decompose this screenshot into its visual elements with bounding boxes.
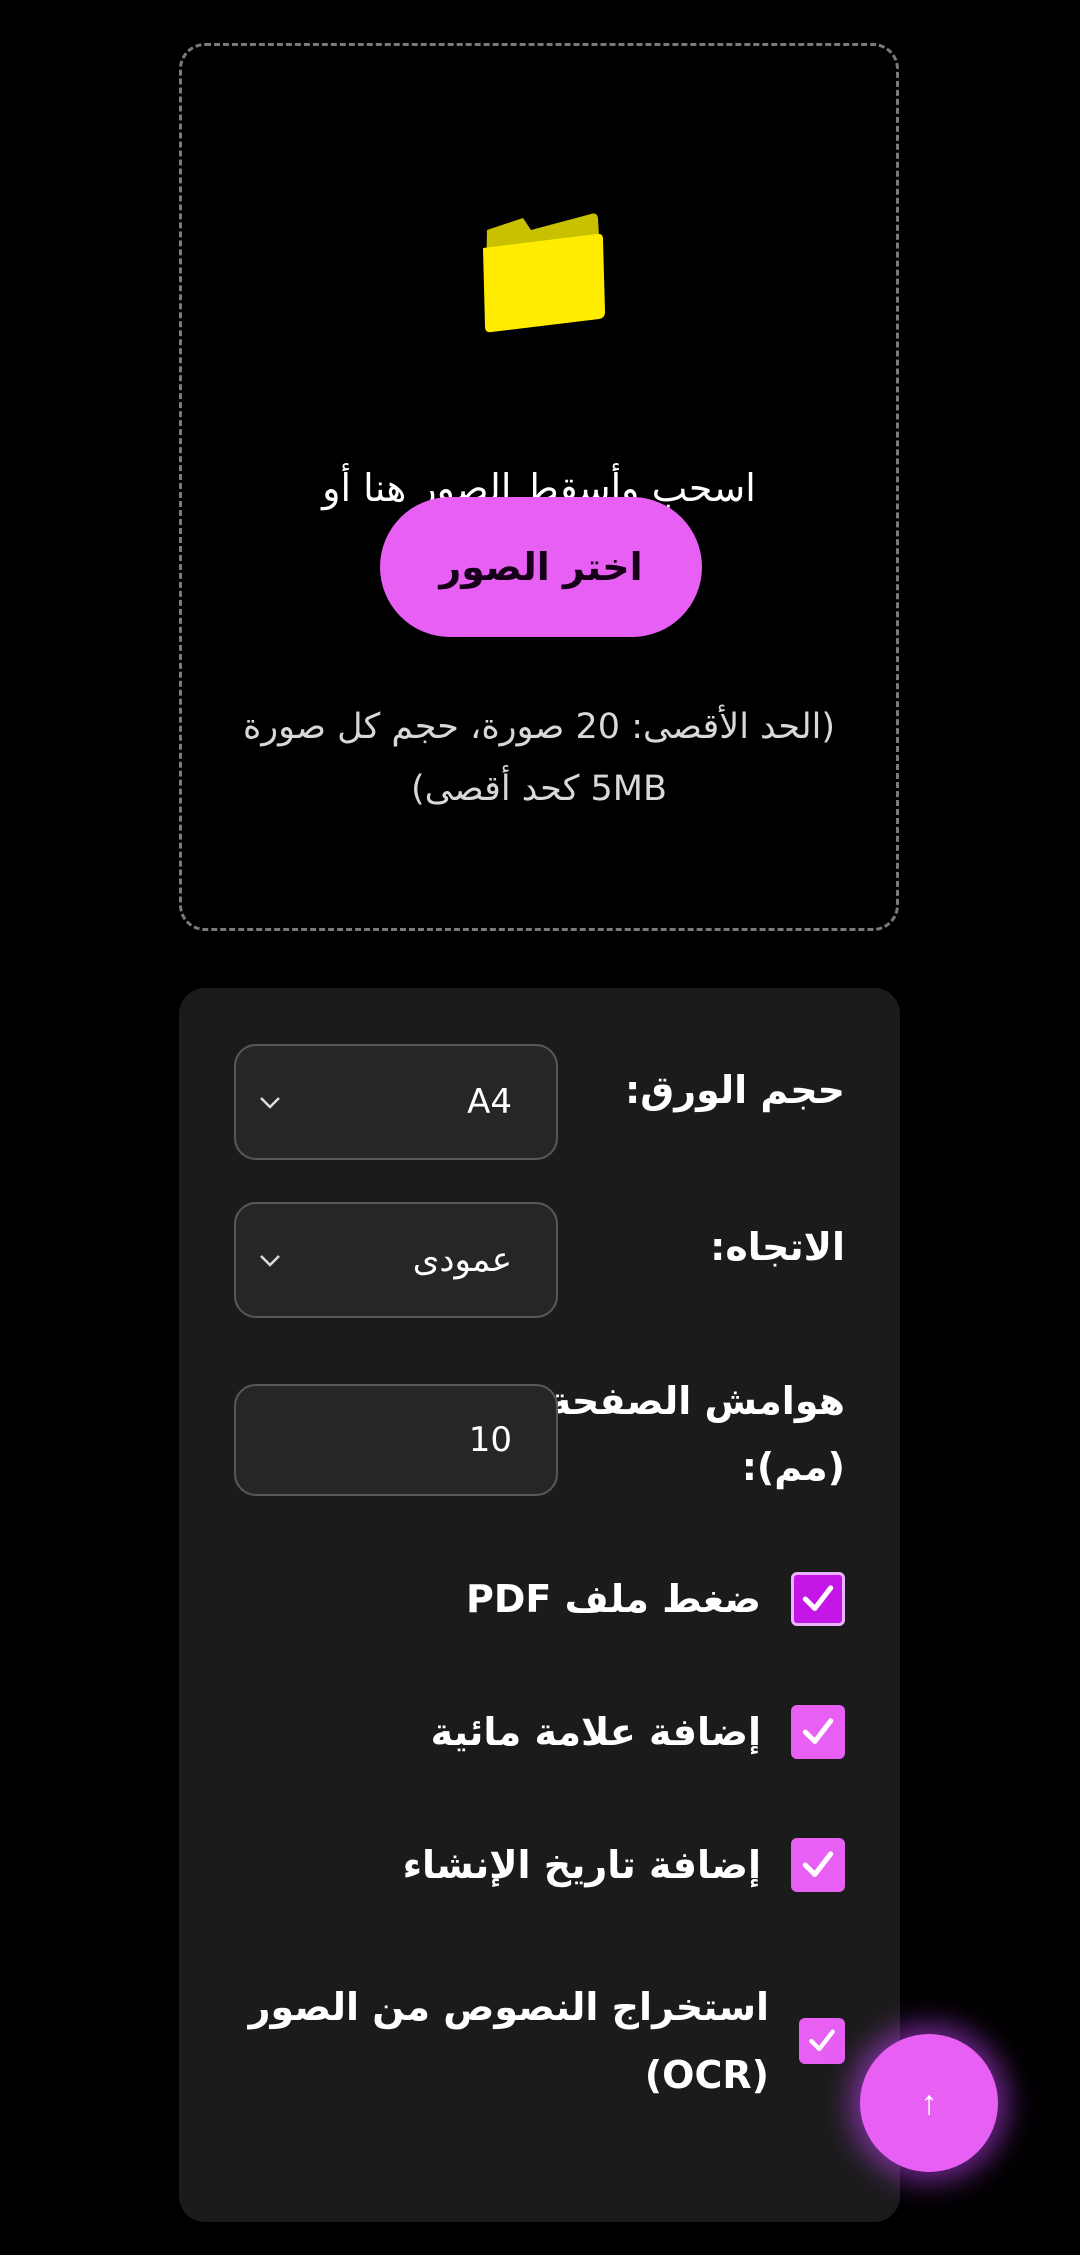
watermark-option[interactable]: إضافة علامة مائية — [431, 1705, 845, 1759]
upload-limits: (الحد الأقصى: 20 صورة، حجم كل صورة 5MB ك… — [222, 696, 856, 820]
image-drop-zone[interactable]: اسحب وأسقط الصور هنا أو اختر الصور (الحد… — [179, 43, 899, 931]
paper-size-select[interactable]: A4 — [234, 1044, 558, 1160]
watermark-label: إضافة علامة مائية — [430, 1710, 761, 1754]
creation-date-option[interactable]: إضافة تاريخ الإنشاء — [403, 1838, 845, 1892]
orientation-label: الاتجاه: — [710, 1225, 845, 1269]
scroll-top-button[interactable]: ↑ — [860, 2034, 998, 2172]
settings-card: حجم الورق: A4 الاتجاه: عمودى هوامش الصفح… — [179, 988, 900, 2222]
creation-date-checkbox[interactable] — [791, 1838, 845, 1892]
ocr-checkbox[interactable] — [799, 2018, 845, 2064]
compress-pdf-option[interactable]: ضغط ملف PDF — [466, 1572, 845, 1626]
creation-date-label: إضافة تاريخ الإنشاء — [402, 1843, 761, 1887]
watermark-checkbox[interactable] — [791, 1705, 845, 1759]
ocr-option[interactable]: استخراج النصوص من الصور (OCR) — [249, 1973, 845, 2109]
paper-size-value: A4 — [467, 1082, 512, 1122]
orientation-select[interactable]: عمودى — [234, 1202, 558, 1318]
margins-value: 10 — [468, 1420, 512, 1460]
paper-size-label: حجم الورق: — [625, 1068, 845, 1112]
compress-pdf-label: ضغط ملف PDF — [466, 1577, 761, 1621]
check-icon — [802, 1585, 834, 1612]
chevron-down-icon — [260, 1255, 280, 1267]
check-icon — [809, 2029, 835, 2052]
ocr-label-line-1: استخراج النصوص من الصور — [248, 1985, 769, 2029]
chevron-down-icon — [260, 1097, 280, 1109]
compress-pdf-checkbox[interactable] — [791, 1572, 845, 1626]
margins-label-line-2: (مم): — [741, 1445, 845, 1489]
ocr-label-line-2: (OCR) — [644, 2053, 769, 2097]
margins-input[interactable]: 10 — [234, 1384, 558, 1496]
choose-images-button[interactable]: اختر الصور — [380, 497, 702, 637]
folder-icon — [483, 213, 605, 333]
orientation-value: عمودى — [412, 1240, 512, 1280]
margins-label: هوامش الصفحة (مم): — [549, 1368, 845, 1500]
ocr-label: استخراج النصوص من الصور (OCR) — [249, 1973, 769, 2109]
limits-line-2: 5MB كحد أقصى) — [411, 769, 667, 809]
margins-label-line-1: هوامش الصفحة — [548, 1379, 845, 1423]
check-icon — [802, 1851, 834, 1878]
arrow-up-icon: ↑ — [920, 2083, 938, 2122]
check-icon — [802, 1718, 834, 1745]
limits-line-1: (الحد الأقصى: 20 صورة، حجم كل صورة — [242, 707, 836, 747]
